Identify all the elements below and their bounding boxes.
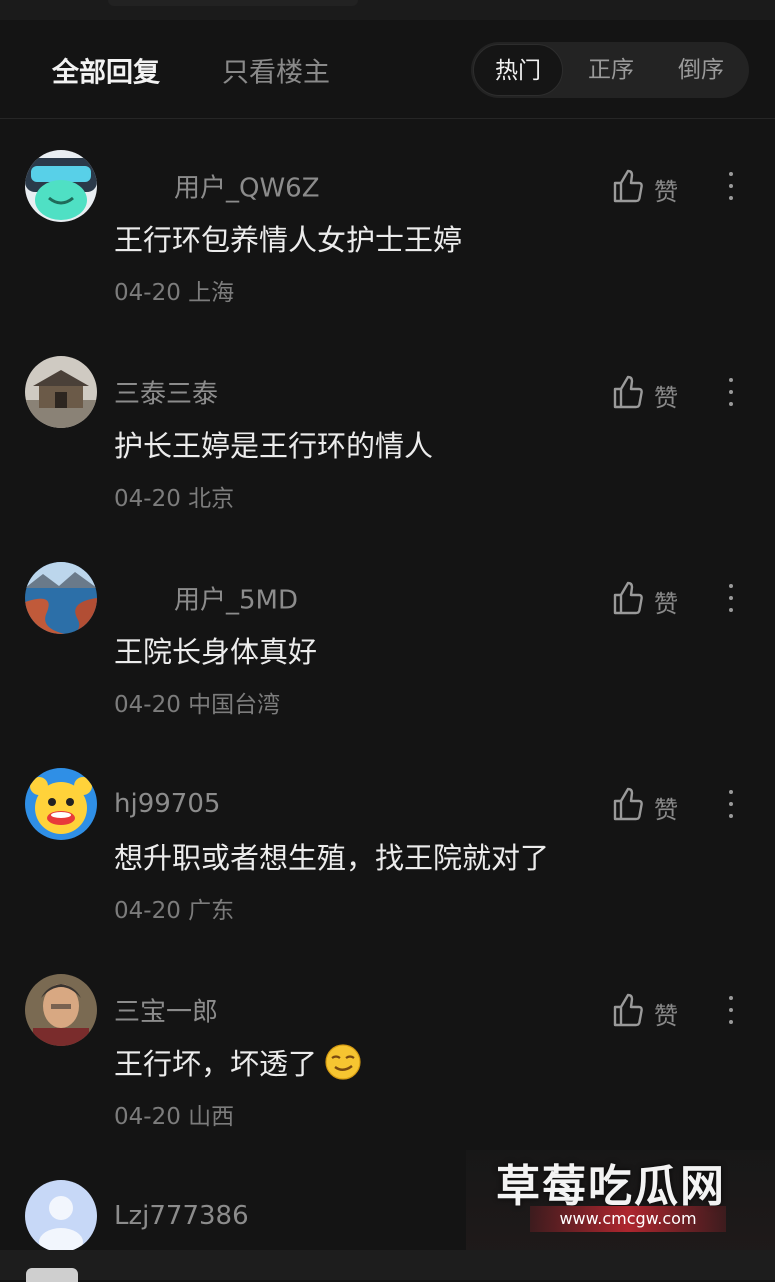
smirk-emoji-icon bbox=[325, 1044, 361, 1080]
comment-item: 用户_QW6Z 赞 王行环包养情人女护士王婷 04-20 上海 bbox=[0, 150, 775, 356]
avatar[interactable] bbox=[25, 768, 97, 840]
tab-op-only[interactable]: 只看楼主 bbox=[222, 51, 330, 90]
thumbs-up-icon bbox=[613, 169, 643, 203]
comment-text: 王行坏，坏透了 bbox=[114, 1041, 361, 1083]
default-avatar-icon bbox=[25, 1180, 97, 1252]
comment-text: 想升职或者想生殖，找王院就对了 bbox=[114, 841, 550, 875]
watermark-title: 草莓吃瓜网 bbox=[496, 1161, 726, 1212]
comment-location: 北京 bbox=[188, 486, 235, 512]
comment-date: 04-20 bbox=[114, 692, 181, 718]
username[interactable]: hj99705 bbox=[114, 789, 220, 819]
username[interactable]: Lzj777386 bbox=[114, 1201, 249, 1231]
avatar[interactable] bbox=[25, 150, 97, 222]
sort-ascending-button[interactable]: 正序 bbox=[571, 42, 651, 98]
comment-meta: 04-20 山西 bbox=[114, 1097, 234, 1131]
comment-location: 山西 bbox=[188, 1104, 235, 1130]
comment-meta: 04-20 中国台湾 bbox=[114, 685, 280, 719]
top-strip bbox=[0, 0, 775, 20]
sort-hot-button[interactable]: 热门 bbox=[473, 44, 563, 96]
thumbs-up-icon bbox=[613, 993, 643, 1027]
comment-text: 护长王婷是王行环的情人 bbox=[114, 429, 434, 463]
comment-item: 三泰三泰 赞 护长王婷是王行环的情人 04-20 北京 bbox=[0, 356, 775, 562]
comment-location: 中国台湾 bbox=[188, 692, 281, 718]
comment-meta: 04-20 上海 bbox=[114, 273, 234, 307]
like-label: 赞 bbox=[654, 590, 678, 618]
bottom-bar bbox=[0, 1250, 775, 1282]
username[interactable]: 用户_QW6Z bbox=[174, 168, 320, 205]
thumbs-up-icon bbox=[613, 375, 643, 409]
like-label: 赞 bbox=[654, 178, 678, 206]
comment-location: 广东 bbox=[188, 898, 235, 924]
avatar[interactable] bbox=[25, 356, 97, 428]
username[interactable]: 三宝一郎 bbox=[114, 992, 218, 1029]
username[interactable]: 用户_5MD bbox=[174, 580, 298, 617]
gate-photo-avatar-icon bbox=[25, 356, 97, 428]
more-options-icon[interactable] bbox=[720, 166, 742, 206]
top-handle bbox=[108, 0, 358, 6]
like-label: 赞 bbox=[654, 384, 678, 412]
watermark-url: www.cmcgw.com bbox=[530, 1206, 726, 1232]
more-options-icon[interactable] bbox=[720, 578, 742, 618]
comment-location: 上海 bbox=[188, 280, 235, 306]
comment-date: 04-20 bbox=[114, 486, 181, 512]
more-options-icon[interactable] bbox=[720, 372, 742, 412]
comment-item: 用户_5MD 赞 王院长身体真好 04-20 中国台湾 bbox=[0, 562, 775, 768]
comment-date: 04-20 bbox=[114, 280, 181, 306]
tab-all-replies[interactable]: 全部回复 bbox=[52, 51, 160, 90]
avatar[interactable] bbox=[25, 974, 97, 1046]
comment-text: 王院长身体真好 bbox=[114, 635, 318, 669]
thumbs-up-icon bbox=[613, 581, 643, 615]
comment-text-body: 王行坏，坏透了 bbox=[114, 1047, 318, 1081]
man-photo-avatar-icon bbox=[25, 974, 97, 1046]
like-label: 赞 bbox=[654, 796, 678, 824]
sort-descending-button[interactable]: 倒序 bbox=[661, 42, 741, 98]
robot-mask-avatar-icon bbox=[25, 150, 97, 222]
comment-date: 04-20 bbox=[114, 1104, 181, 1130]
comment-meta: 04-20 北京 bbox=[114, 479, 234, 513]
avatar[interactable] bbox=[25, 562, 97, 634]
clown-avatar-icon bbox=[25, 768, 97, 840]
like-label: 赞 bbox=[654, 1002, 678, 1030]
reply-filter-bar: 全部回复 只看楼主 热门 正序 倒序 bbox=[0, 20, 775, 119]
more-options-icon[interactable] bbox=[720, 990, 742, 1030]
sort-toggle: 热门 正序 倒序 bbox=[471, 42, 749, 98]
more-options-icon[interactable] bbox=[720, 784, 742, 824]
comment-item: hj99705 赞 想升职或者想生殖，找王院就对了 04-20 广东 bbox=[0, 768, 775, 974]
comment-date: 04-20 bbox=[114, 898, 181, 924]
username[interactable]: 三泰三泰 bbox=[114, 374, 218, 411]
landscape-photo-avatar-icon bbox=[25, 562, 97, 634]
thumbs-up-icon bbox=[613, 787, 643, 821]
comment-text: 王行环包养情人女护士王婷 bbox=[114, 223, 463, 257]
comment-meta: 04-20 广东 bbox=[114, 891, 234, 925]
avatar[interactable] bbox=[25, 1180, 97, 1252]
